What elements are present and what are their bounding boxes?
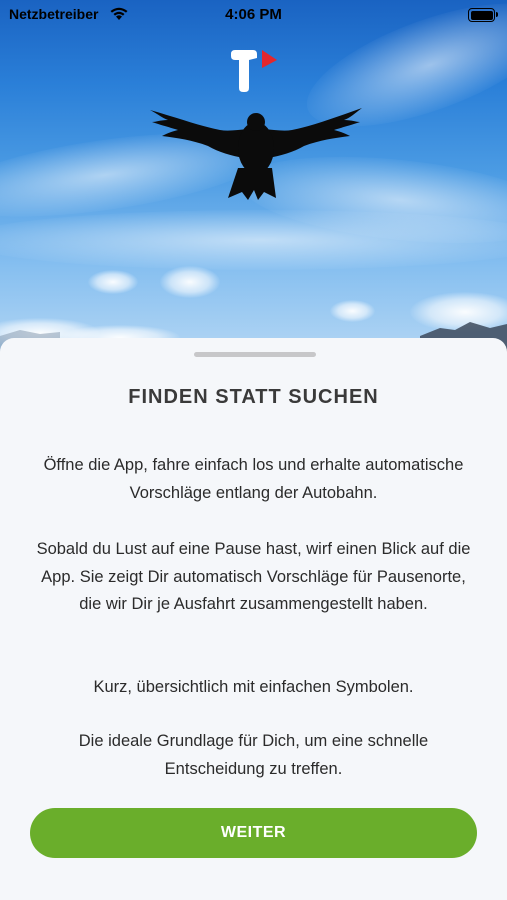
sheet-title: FINDEN STATT SUCHEN [128,386,379,408]
decision-paragraph: Die ideale Grundlage für Dich, um eine s… [78,732,429,778]
status-bar: Netzbetreiber 4:06 PM [0,0,507,30]
continue-button[interactable]: WEITER [30,808,477,858]
clock-time: 4:06 PM [225,6,282,23]
intro-paragraph: Öffne die App, fahre einfach los und erh… [43,456,464,502]
drag-handle[interactable] [194,352,316,357]
symbols-paragraph: Kurz, übersichtlich mit einfachen Symbol… [93,678,414,696]
cloud [88,270,138,294]
battery-icon [468,8,498,22]
onboarding-sheet: FINDEN STATT SUCHEN Öffne die App, fahre… [0,338,507,900]
bird-silhouette [150,108,362,200]
cloud [160,266,220,298]
hero-image [0,0,507,380]
pause-paragraph: Sobald du Lust auf eine Pause hast, wirf… [36,540,471,613]
app-logo-icon [231,50,277,92]
cloud [0,210,507,270]
